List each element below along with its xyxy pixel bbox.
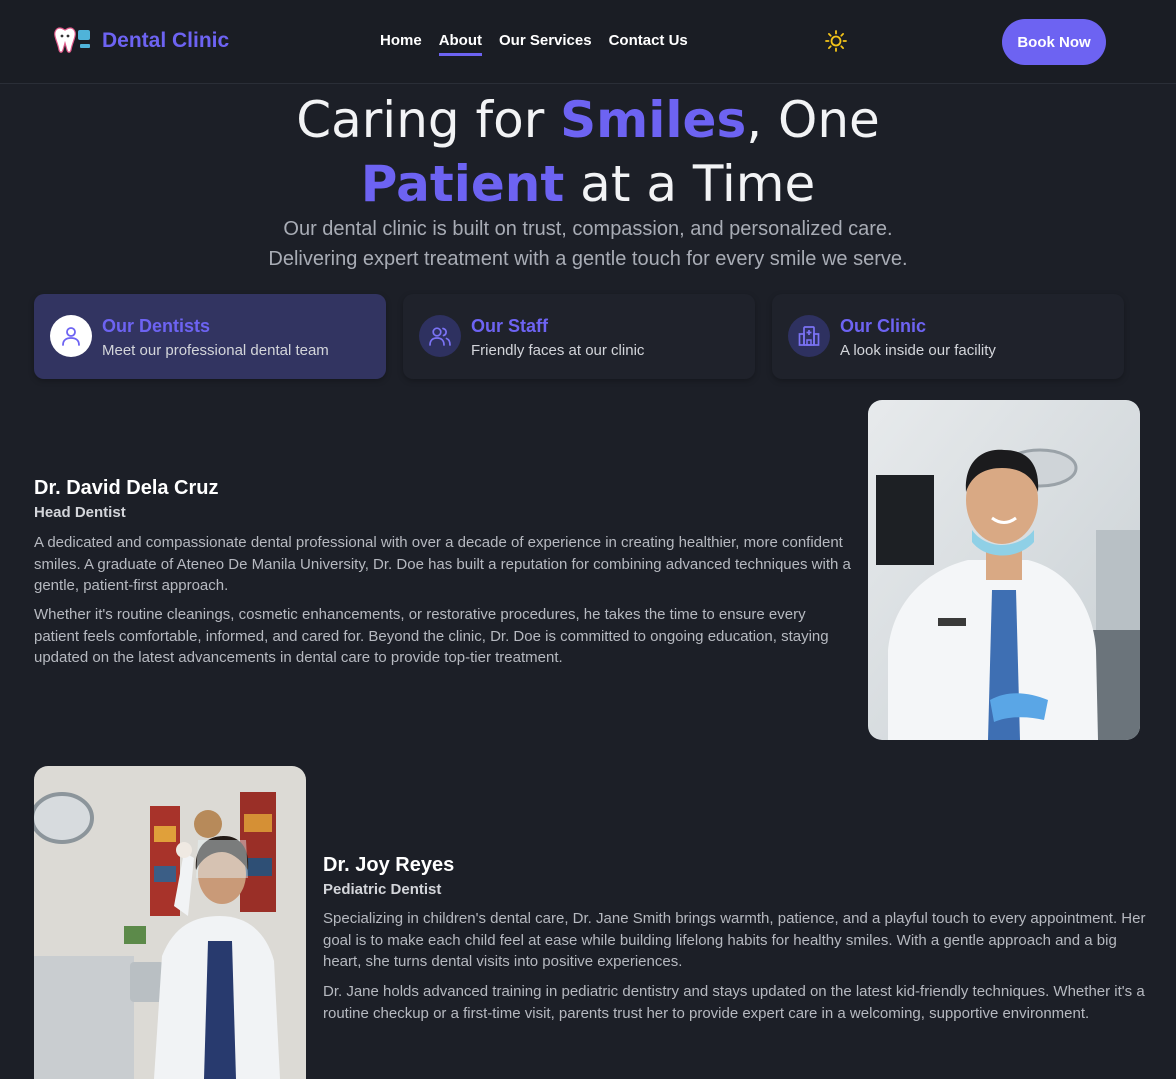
doctor-role: Pediatric Dentist: [323, 881, 442, 898]
hero-title: Caring for Smiles, One Patient at a Time: [0, 88, 1176, 216]
hero-accent-smiles: Smiles: [560, 91, 747, 149]
doctor-bio-p2: Whether it's routine cleanings, cosmetic…: [34, 606, 829, 666]
hero-line2-post: at a Time: [564, 155, 816, 213]
book-now-button[interactable]: Book Now: [1002, 19, 1106, 65]
brand-name[interactable]: Dental Clinic: [102, 29, 229, 53]
doctor-photo: [34, 766, 306, 1079]
tab-title: Our Staff: [471, 316, 549, 336]
tab-description: A look inside our facility: [840, 342, 996, 359]
user-icon: [50, 315, 92, 357]
tooth-logo-icon[interactable]: [52, 24, 92, 54]
tab-our-dentists[interactable]: Our Dentists Meet our professional denta…: [34, 294, 386, 379]
doctor-name: Dr. David Dela Cruz: [34, 477, 219, 499]
doctor-photo: [868, 400, 1140, 740]
doctor-bio-p1: A dedicated and compassionate dental pro…: [34, 534, 851, 594]
tab-description: Friendly faces at our clinic: [471, 342, 645, 359]
hero-line1-post: , One: [746, 91, 880, 149]
tab-title: Our Clinic: [840, 316, 927, 336]
tab-description: Meet our professional dental team: [102, 342, 329, 359]
users-icon: [419, 315, 461, 357]
nav-about[interactable]: About: [438, 32, 483, 56]
hospital-icon: [788, 315, 830, 357]
tab-our-staff[interactable]: Our Staff Friendly faces at our clinic: [403, 294, 755, 379]
sun-icon[interactable]: [825, 30, 847, 52]
tab-our-clinic[interactable]: Our Clinic A look inside our facility: [772, 294, 1124, 379]
nav-home[interactable]: Home: [380, 32, 422, 56]
nav-contact-us[interactable]: Contact Us: [609, 32, 688, 56]
site-header: Dental Clinic Home About Our Services Co…: [0, 0, 1176, 84]
main-nav: Home About Our Services Contact Us: [380, 32, 688, 56]
nav-our-services[interactable]: Our Services: [499, 32, 592, 56]
doctor-role: Head Dentist: [34, 504, 126, 521]
doctor-bio-p1: Specializing in children's dental care, …: [323, 910, 1146, 970]
hero-subtitle: Our dental clinic is built on trust, com…: [0, 214, 1176, 274]
hero-sub-line2: Delivering expert treatment with a gentl…: [268, 248, 908, 270]
hero-line1-pre: Caring for: [296, 91, 561, 149]
hero-sub-line1: Our dental clinic is built on trust, com…: [283, 218, 893, 240]
tab-title: Our Dentists: [102, 316, 211, 336]
doctor-bio-p2: Dr. Jane holds advanced training in pedi…: [323, 983, 1145, 1022]
doctor-name: Dr. Joy Reyes: [323, 854, 455, 876]
hero-accent-patient: Patient: [360, 155, 565, 213]
